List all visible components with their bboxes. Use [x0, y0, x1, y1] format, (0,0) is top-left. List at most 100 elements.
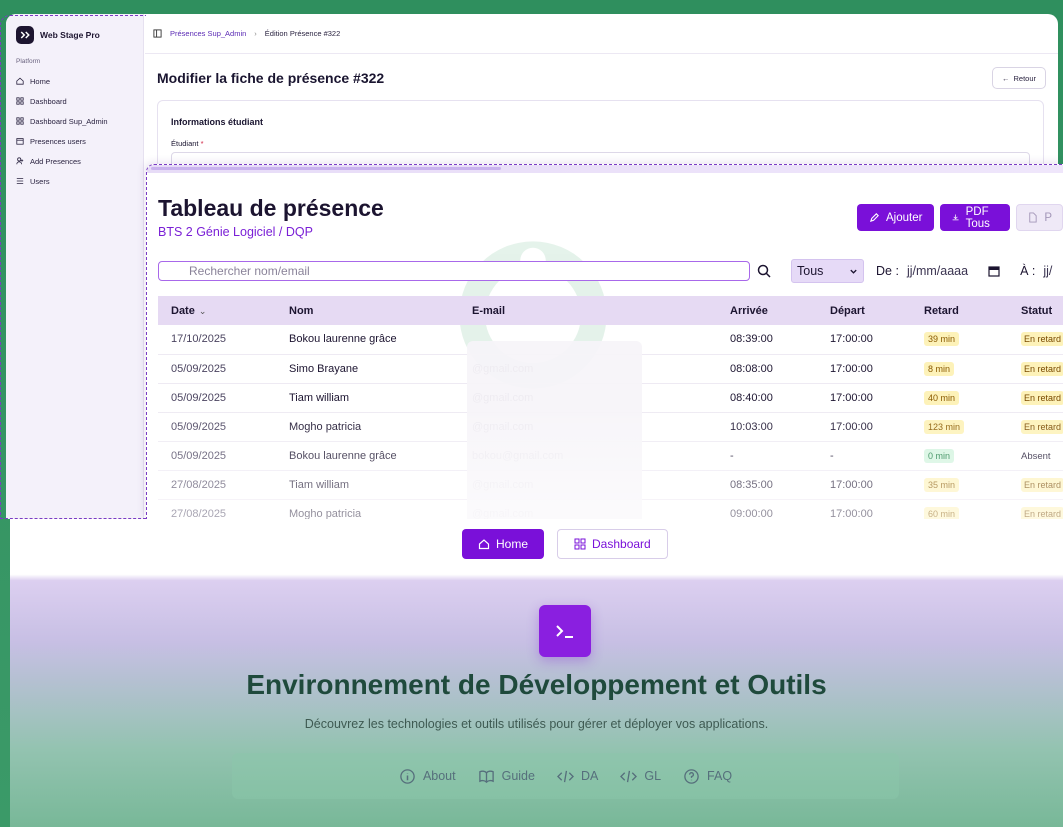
cell-arrival: 09:00:00 — [730, 507, 773, 520]
delay-badge: 40 min — [924, 390, 960, 405]
breadcrumb-separator: › — [254, 29, 257, 38]
calendar-icon[interactable] — [988, 265, 1000, 277]
cell-arrival: 10:03:00 — [730, 420, 773, 433]
cell-status: Absent — [1008, 441, 1063, 470]
cell-date: 05/09/2025 — [171, 391, 227, 404]
sidebar-item-label: Dashboard Sup_Admin — [30, 116, 108, 126]
brand-name: Web Stage Pro — [40, 30, 100, 40]
cell-name: Mogho patricia — [289, 507, 362, 520]
add-button-label: Ajouter — [886, 211, 923, 224]
breadcrumb: Présences Sup_Admin › Édition Présence #… — [145, 14, 1058, 54]
cell-status: En retard — [1008, 325, 1063, 354]
pdf-all-button[interactable]: PDF Tous — [940, 204, 1011, 231]
home-icon — [16, 77, 24, 85]
sidebar-item-label: Dashboard — [30, 96, 67, 106]
back-button[interactable]: ← Retour — [991, 67, 1046, 89]
pdf-button[interactable]: P — [1016, 204, 1063, 231]
table-row[interactable]: 05/09/2025 Simo Brayane @gmail.com 08:08… — [158, 354, 1063, 383]
cell-name: Tiam william — [289, 478, 350, 491]
cell-arrival: 08:40:00 — [730, 391, 773, 404]
cell-email: bokou@gmail.com — [472, 449, 564, 462]
user-plus-icon — [16, 157, 24, 165]
column-header-date[interactable]: Date ⌄ — [158, 296, 276, 325]
status-badge: Absent — [1021, 450, 1051, 462]
sort-chevron-icon[interactable]: ⌄ — [199, 306, 207, 316]
home-button-label: Home — [496, 537, 529, 551]
delay-badge: 60 min — [924, 506, 960, 519]
sidebar-item-presences-users[interactable]: Presences users — [16, 131, 143, 151]
sidebar-toggle-icon[interactable] — [153, 29, 162, 38]
footer-link-label: About — [422, 769, 456, 783]
search-input[interactable] — [158, 261, 750, 281]
table-header-row: Date ⌄ Nom E-mail Arrivée Départ Retard S… — [158, 296, 1063, 325]
sidebar-item-home[interactable]: Home — [16, 71, 143, 91]
to-date-input[interactable]: jj/ — [1043, 264, 1052, 278]
landing-title: Environnement de Développement et Outils — [246, 669, 827, 700]
column-header-status: Statut — [1021, 304, 1053, 317]
column-header-departure: Départ — [830, 304, 865, 317]
from-date-input[interactable]: jj/mm/aaaa — [907, 264, 1000, 278]
status-badge: En retard — [1021, 361, 1063, 376]
help-icon — [684, 768, 699, 784]
cell-email: @gmail.com — [472, 362, 534, 375]
cell-departure: 17:00:00 — [830, 507, 873, 520]
cell-departure: 17:00:00 — [830, 333, 873, 346]
cell-status: En retard — [1008, 354, 1063, 383]
status-badge: En retard — [1021, 506, 1063, 519]
delay-badge: 39 min — [924, 332, 960, 347]
footer-link-guide[interactable]: Guide — [478, 768, 535, 785]
column-header-delay: Retard — [924, 304, 959, 317]
table-row[interactable]: 17/10/2025 Bokou laurenne grâce 08:39:00… — [158, 325, 1063, 354]
table-row[interactable]: 05/09/2025 Bokou laurenne grâce bokou@gm… — [158, 441, 1063, 470]
column-header-email: E-mail — [472, 304, 506, 317]
brand[interactable]: Web Stage Pro — [6, 14, 143, 44]
status-filter-select[interactable]: Tous — [791, 259, 864, 283]
footer-link-gl[interactable]: GL — [620, 768, 661, 785]
landing-section: Home Dashboard Environnement de Développ… — [10, 519, 1063, 827]
sidebar-item-dashboard-sup-admin[interactable]: Dashboard Sup_Admin — [16, 111, 143, 131]
cell-date: 27/08/2025 — [171, 507, 227, 520]
attendance-panel: Tableau de présence BTS 2 Génie Logiciel… — [146, 164, 1063, 519]
cell-status: En retard — [1008, 383, 1063, 412]
from-date-placeholder: jj/mm/aaaa — [906, 264, 969, 278]
footer-link-about[interactable]: About — [399, 768, 456, 785]
grid-icon — [574, 538, 586, 550]
attendance-title: Tableau de présence — [158, 195, 384, 221]
table-row[interactable]: 05/09/2025 Tiam william @gmail.com 08:40… — [158, 383, 1063, 412]
sidebar-item-label: Home — [30, 76, 51, 86]
landing-subtitle: Découvrez les technologies et outils uti… — [304, 717, 769, 731]
search-icon[interactable] — [756, 263, 772, 279]
pdf-all-button-label: PDF Tous — [965, 205, 990, 230]
footer-link-faq[interactable]: FAQ — [683, 768, 732, 785]
footer-link-da[interactable]: DA — [556, 768, 598, 785]
pdf-button-label: P — [1044, 211, 1052, 224]
filter-bar: Tous De : jj/mm/aaaa À : jj/ — [158, 259, 1052, 283]
delay-badge: 0 min — [924, 448, 955, 463]
cell-departure: - — [830, 449, 834, 462]
add-button[interactable]: Ajouter — [857, 204, 935, 231]
terminal-icon — [539, 605, 591, 657]
table-row[interactable]: 27/08/2025 Mogho patricia @gmail.com 09:… — [158, 499, 1063, 519]
code-icon — [620, 770, 638, 782]
table-row[interactable]: 05/09/2025 Mogho patricia @gmail.com 10:… — [158, 412, 1063, 441]
grid-icon — [16, 97, 24, 105]
cell-status: En retard — [1008, 499, 1063, 519]
sidebar-item-users[interactable]: Users — [16, 171, 143, 191]
brand-logo-icon — [16, 26, 34, 44]
cell-arrival: 08:39:00 — [730, 333, 773, 346]
cell-date: 05/09/2025 — [171, 420, 227, 433]
download-icon — [953, 214, 959, 221]
status-badge: En retard — [1021, 332, 1063, 347]
status-badge: En retard — [1021, 419, 1063, 434]
cell-date: 05/09/2025 — [171, 449, 227, 462]
home-button[interactable]: Home — [462, 529, 545, 559]
student-field-label: Étudiant * — [171, 139, 204, 148]
sidebar-item-dashboard[interactable]: Dashboard — [16, 91, 143, 111]
table-row[interactable]: 27/08/2025 Tiam william @gmail.com 08:35… — [158, 470, 1063, 499]
sidebar-item-label: Add Presences — [30, 156, 81, 166]
sidebar-item-add-presences[interactable]: Add Presences — [16, 151, 143, 171]
from-date-label: De : — [876, 264, 899, 278]
footer-link-label: GL — [644, 769, 662, 783]
dashboard-button[interactable]: Dashboard — [557, 529, 668, 559]
breadcrumb-parent-link[interactable]: Présences Sup_Admin — [170, 29, 246, 38]
